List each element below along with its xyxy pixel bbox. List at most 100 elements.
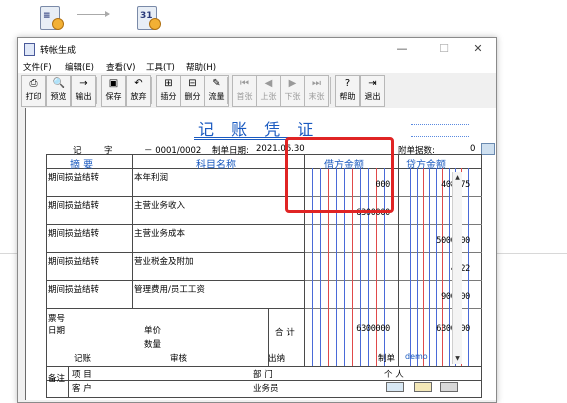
header-account: 科目名称 xyxy=(196,160,236,171)
row-summary[interactable]: 期间损益结转 xyxy=(48,171,99,183)
toolbar: ⎙ 打印 🔍 预览 → 输出 ▣ 保存 ↶ 放弃 ⊞ 插分 ⊟ 删分 ✎ 流量 ⏮ 首张 ◀ 上张 ▶ 下张 ⏭ 末张? 帮助 ⇥… xyxy=(18,74,496,107)
insert-row-icon: ⊞ xyxy=(164,78,173,89)
toolbar-label: 帮助 xyxy=(339,92,356,101)
maximize-button[interactable]: ☐ xyxy=(430,41,458,57)
digit-col-line xyxy=(448,168,450,366)
total-label: 合 计 xyxy=(275,328,295,338)
undo-button[interactable]: ↶ 放弃 xyxy=(126,75,151,107)
toolbar-label: 退出 xyxy=(364,92,381,101)
menu-bar: 文件(F) 编辑(E) 查看(V) 工具(T) 帮助(H) xyxy=(18,60,496,73)
grid-border xyxy=(481,154,482,398)
row-account[interactable]: 本年利润 xyxy=(134,171,168,183)
col-line xyxy=(398,154,399,366)
printer-icon: ⎙ xyxy=(29,78,38,89)
col-line xyxy=(132,154,133,308)
footer-maker: demo xyxy=(405,352,428,361)
exit-button[interactable]: ⇥ 退出 xyxy=(360,75,385,107)
prev-button[interactable]: ◀ 上张 xyxy=(256,75,281,107)
dotted-line xyxy=(411,136,469,137)
digit-col-line xyxy=(423,168,425,366)
calendar-doc-icon[interactable]: 31 xyxy=(135,2,161,30)
scrollbar[interactable]: ▲ ▼ xyxy=(452,172,462,364)
row-account[interactable]: 主营业务收入 xyxy=(134,199,185,211)
salesman-label: 业务员 xyxy=(253,384,279,394)
toolbar-label: 删分 xyxy=(184,92,201,101)
scroll-up-icon[interactable]: ▲ xyxy=(454,174,461,181)
preview-button[interactable]: 🔍 预览 xyxy=(46,75,71,107)
attach-count[interactable]: 0 xyxy=(470,144,475,154)
row-account[interactable]: 营业税金及附加 xyxy=(134,255,194,267)
close-button[interactable]: ✕ xyxy=(464,41,492,57)
header-summary: 摘 要 xyxy=(70,160,94,171)
menu-tools[interactable]: 工具(T) xyxy=(146,61,175,73)
footer-cashier: 出纳 xyxy=(268,354,286,364)
remarks-label: 备注 xyxy=(48,374,66,384)
grid-border xyxy=(46,397,482,398)
first-button[interactable]: ⏮ 首张 xyxy=(232,75,257,107)
row-summary[interactable]: 期间损益结转 xyxy=(48,199,99,211)
row-line xyxy=(46,224,304,225)
person-label: 个 人 xyxy=(384,370,404,380)
toolbar-separator xyxy=(330,77,331,104)
export-button[interactable]: → 输出 xyxy=(71,75,96,107)
delete-row-button[interactable]: ⊟ 删分 xyxy=(180,75,205,107)
digit-col-line xyxy=(416,168,418,366)
toolbar-label: 输出 xyxy=(75,92,92,101)
date-row-label: 日期 xyxy=(48,326,66,336)
attachment-lookup-icon[interactable] xyxy=(481,143,495,155)
exit-icon: ⇥ xyxy=(368,78,377,89)
footer-auditor: 审核 xyxy=(170,354,188,364)
row-summary[interactable]: 期间损益结转 xyxy=(48,227,99,239)
preview-icon: 🔍 xyxy=(52,78,65,89)
row-summary[interactable]: 期间损益结转 xyxy=(48,255,99,267)
next-icon: ▶ xyxy=(288,78,297,89)
flow-arrow xyxy=(77,11,110,17)
app-icon xyxy=(24,43,35,56)
remarks-col-line xyxy=(68,366,69,398)
window-title: 转帐生成 xyxy=(40,46,77,56)
delete-row-icon: ⊟ xyxy=(188,78,197,89)
help-button[interactable]: ? 帮助 xyxy=(335,75,360,107)
menu-view[interactable]: 查看(V) xyxy=(106,61,135,73)
menu-file[interactable]: 文件(F) xyxy=(23,61,52,73)
title-bar: 转帐生成 — ☐ ✕ xyxy=(18,38,496,60)
toolbar-label: 末张 xyxy=(308,92,325,101)
minimize-button[interactable]: — xyxy=(388,41,416,57)
last-button[interactable]: ⏭ 末张 xyxy=(304,75,329,107)
voucher-doc-icon[interactable]: ≡ xyxy=(38,2,64,30)
toolbar-label: 首张 xyxy=(236,92,253,101)
row-account[interactable]: 主营业务成本 xyxy=(134,227,185,239)
customer-label: 客 户 xyxy=(72,384,92,394)
total-debit: 6300000 xyxy=(356,324,390,334)
totals-line xyxy=(46,366,482,367)
scroll-down-icon[interactable]: ▼ xyxy=(454,355,461,362)
cashflow-icon: ✎ xyxy=(212,78,221,89)
digit-col-line xyxy=(410,168,412,366)
toolbar-label: 流量 xyxy=(208,92,225,101)
cashflow-button[interactable]: ✎ 流量 xyxy=(204,75,229,107)
digit-col-line xyxy=(442,168,444,366)
row-account[interactable]: 管理费用/员工工资 xyxy=(134,283,205,295)
insert-row-button[interactable]: ⊞ 插分 xyxy=(156,75,181,107)
help-icon: ? xyxy=(344,78,351,89)
grid-border xyxy=(46,154,47,398)
row-summary[interactable]: 期间损益结转 xyxy=(48,283,99,295)
folder-icon[interactable] xyxy=(414,382,432,392)
save-icon: ▣ xyxy=(108,78,119,89)
toolbar-label: 放弃 xyxy=(130,92,147,101)
printer-button[interactable]: ⎙ 打印 xyxy=(21,75,46,107)
dotted-line xyxy=(411,124,469,125)
toolbar-label: 预览 xyxy=(50,92,67,101)
bill-no-label: 票号 xyxy=(48,314,66,324)
next-button[interactable]: ▶ 下张 xyxy=(280,75,305,107)
save-button[interactable]: ▣ 保存 xyxy=(101,75,126,107)
remarks-line xyxy=(46,380,482,381)
transfer-window: 转帐生成 — ☐ ✕ 文件(F) 编辑(E) 查看(V) 工具(T) 帮助(H)… xyxy=(17,37,497,403)
card-icon[interactable] xyxy=(386,382,404,392)
footer-bookkeeper: 记账 xyxy=(74,354,92,364)
menu-help[interactable]: 帮助(H) xyxy=(186,61,216,73)
toolbar-label: 保存 xyxy=(105,92,122,101)
toolbar-separator xyxy=(227,77,228,104)
tools-icon[interactable] xyxy=(440,382,458,392)
menu-edit[interactable]: 编辑(E) xyxy=(65,61,94,73)
